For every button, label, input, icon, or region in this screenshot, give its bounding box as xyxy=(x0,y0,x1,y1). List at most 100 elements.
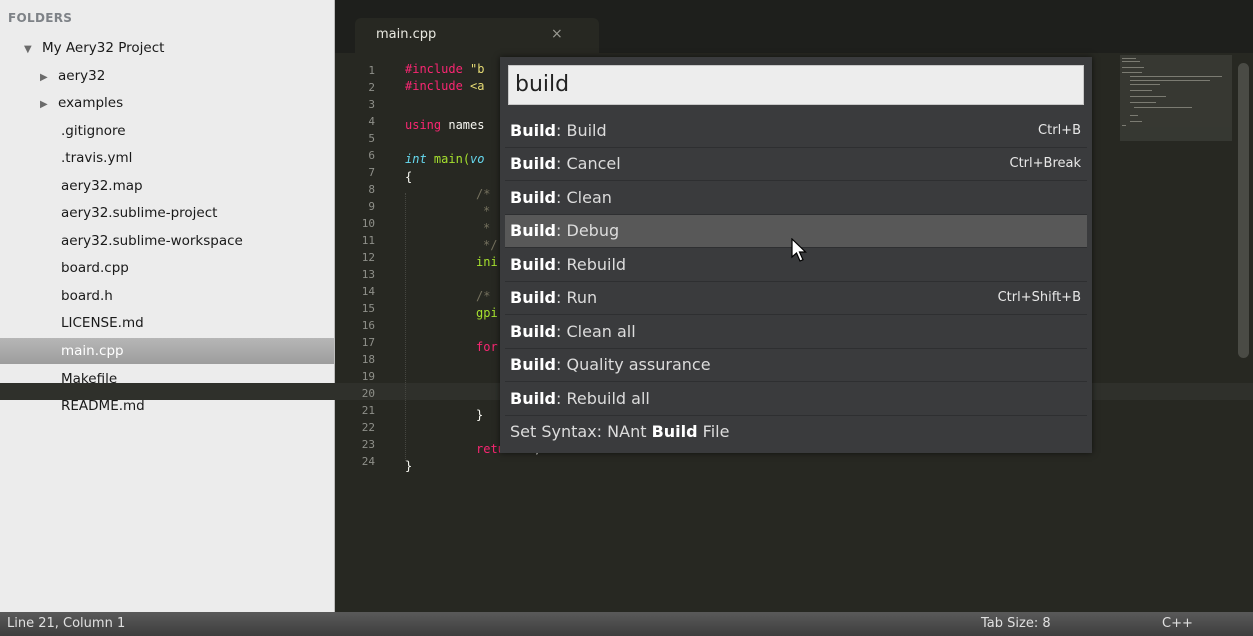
match-highlight: Build xyxy=(510,221,557,240)
sidebar-file[interactable]: aery32.sublime-workspace xyxy=(0,228,334,254)
match-highlight: Build xyxy=(510,121,557,140)
line-number: 20 xyxy=(361,387,375,400)
code-line: * xyxy=(483,204,491,218)
code-line: #include <a xyxy=(405,79,484,93)
code-line: for xyxy=(476,340,498,354)
minimap[interactable] xyxy=(1120,55,1232,141)
sidebar-file[interactable]: .gitignore xyxy=(0,118,334,144)
code-line: #include "b xyxy=(405,62,484,76)
item-label: File xyxy=(697,422,730,441)
folders-header: FOLDERS xyxy=(8,11,73,25)
line-number: 18 xyxy=(361,353,375,366)
item-label: : Run xyxy=(556,288,598,307)
sidebar: FOLDERS ▼ My Aery32 Project ▶ aery32 ▶ exam… xyxy=(0,0,335,612)
sidebar-folder-examples[interactable]: ▶ examples xyxy=(0,90,334,116)
tab-label: main.cpp xyxy=(376,27,437,42)
line-number: 17 xyxy=(361,336,375,349)
folder-label: aery32 xyxy=(58,68,106,84)
code-line: } xyxy=(405,459,413,473)
code-token: "b xyxy=(470,62,485,76)
line-number: 22 xyxy=(361,421,375,434)
match-highlight: Build xyxy=(510,322,557,341)
line-number: 5 xyxy=(368,132,375,145)
line-number: 15 xyxy=(361,302,375,315)
item-label: : Clean xyxy=(556,188,612,207)
code-line: using names xyxy=(405,118,484,132)
item-label: : Rebuild all xyxy=(556,389,650,408)
line-number: 4 xyxy=(368,115,375,128)
line-number: 21 xyxy=(361,404,375,417)
item-label: : Debug xyxy=(556,221,620,240)
mouse-pointer-icon xyxy=(791,238,807,262)
sidebar-file[interactable]: aery32.sublime-project xyxy=(0,200,334,226)
line-number: 6 xyxy=(368,149,375,162)
palette-item[interactable]: Build: Run Ctrl+Shift+B xyxy=(505,282,1087,315)
match-highlight: Build xyxy=(651,422,698,441)
tab-size-selector[interactable]: Tab Size: 8 xyxy=(981,612,1051,636)
code-line: /* xyxy=(476,289,491,303)
line-number: 7 xyxy=(368,166,375,179)
code-token: vo xyxy=(470,152,485,166)
status-bar: Line 21, Column 1 Tab Size: 8 C++ xyxy=(0,612,1253,636)
line-number: 19 xyxy=(361,370,375,383)
palette-item[interactable]: Build: Build Ctrl+B xyxy=(505,115,1087,148)
code-line: int main(vo xyxy=(405,152,485,166)
line-number: 23 xyxy=(361,438,375,451)
command-palette-input[interactable]: build xyxy=(508,65,1084,105)
sidebar-folder-aery32[interactable]: ▶ aery32 xyxy=(0,63,334,89)
code-token: <a xyxy=(470,79,485,93)
match-highlight: Build xyxy=(510,188,557,207)
line-number: 16 xyxy=(361,319,375,332)
match-highlight: Build xyxy=(510,389,557,408)
tab-main-cpp[interactable]: main.cpp × xyxy=(355,18,599,53)
code-line: /* xyxy=(476,187,491,201)
item-label: : Cancel xyxy=(556,154,621,173)
sidebar-file[interactable]: aery32.map xyxy=(0,173,334,199)
line-number: 24 xyxy=(361,455,375,468)
code-line: { xyxy=(405,170,413,184)
palette-item[interactable]: Build: Quality assurance xyxy=(505,349,1087,382)
sidebar-file[interactable]: board.cpp xyxy=(0,255,334,281)
sidebar-project-folder[interactable]: ▼ My Aery32 Project xyxy=(0,35,334,61)
sidebar-file[interactable]: LICENSE.md xyxy=(0,310,334,336)
code-token: names xyxy=(448,118,485,132)
code-line: */ xyxy=(483,238,498,252)
shortcut-label: Ctrl+B xyxy=(1038,123,1081,138)
line-number: 13 xyxy=(361,268,375,281)
code-line: * xyxy=(483,221,491,235)
palette-item[interactable]: Build: Cancel Ctrl+Break xyxy=(505,148,1087,181)
sidebar-file[interactable]: .travis.yml xyxy=(0,145,334,171)
line-number: 9 xyxy=(368,200,375,213)
code-line: gpi xyxy=(476,306,498,320)
line-number: 2 xyxy=(368,81,375,94)
match-highlight: Build xyxy=(510,255,557,274)
close-icon[interactable]: × xyxy=(551,26,563,42)
line-number: 14 xyxy=(361,285,375,298)
cursor-position: Line 21, Column 1 xyxy=(7,616,126,631)
match-highlight: Build xyxy=(510,154,557,173)
palette-item[interactable]: Build: Clean all xyxy=(505,316,1087,349)
indent-guide xyxy=(405,193,407,461)
collapsed-triangle-icon: ▶ xyxy=(40,99,48,110)
code-line: } xyxy=(476,408,484,422)
item-label: : Quality assurance xyxy=(556,355,711,374)
syntax-selector[interactable]: C++ xyxy=(1162,612,1193,636)
shortcut-label: Ctrl+Break xyxy=(1009,156,1082,171)
code-line: ini xyxy=(476,255,498,269)
code-token: main( xyxy=(433,152,471,166)
code-token: using xyxy=(405,118,442,132)
palette-item[interactable]: Build: Clean xyxy=(505,182,1087,215)
tab-bar: main.cpp × xyxy=(335,0,1253,53)
sidebar-file-active[interactable]: main.cpp xyxy=(0,338,334,364)
line-number: 1 xyxy=(368,64,375,77)
vertical-scrollbar[interactable] xyxy=(1238,63,1249,358)
palette-item[interactable]: Set Syntax: NAnt Build File xyxy=(505,416,1087,449)
line-number: 8 xyxy=(368,183,375,196)
sidebar-file[interactable]: board.h xyxy=(0,283,334,309)
line-number: 3 xyxy=(368,98,375,111)
item-label: : Clean all xyxy=(556,322,636,341)
match-highlight: Build xyxy=(510,288,557,307)
palette-item[interactable]: Build: Rebuild all xyxy=(505,383,1087,416)
shortcut-label: Ctrl+Shift+B xyxy=(997,290,1081,305)
code-token: #include xyxy=(405,79,463,93)
